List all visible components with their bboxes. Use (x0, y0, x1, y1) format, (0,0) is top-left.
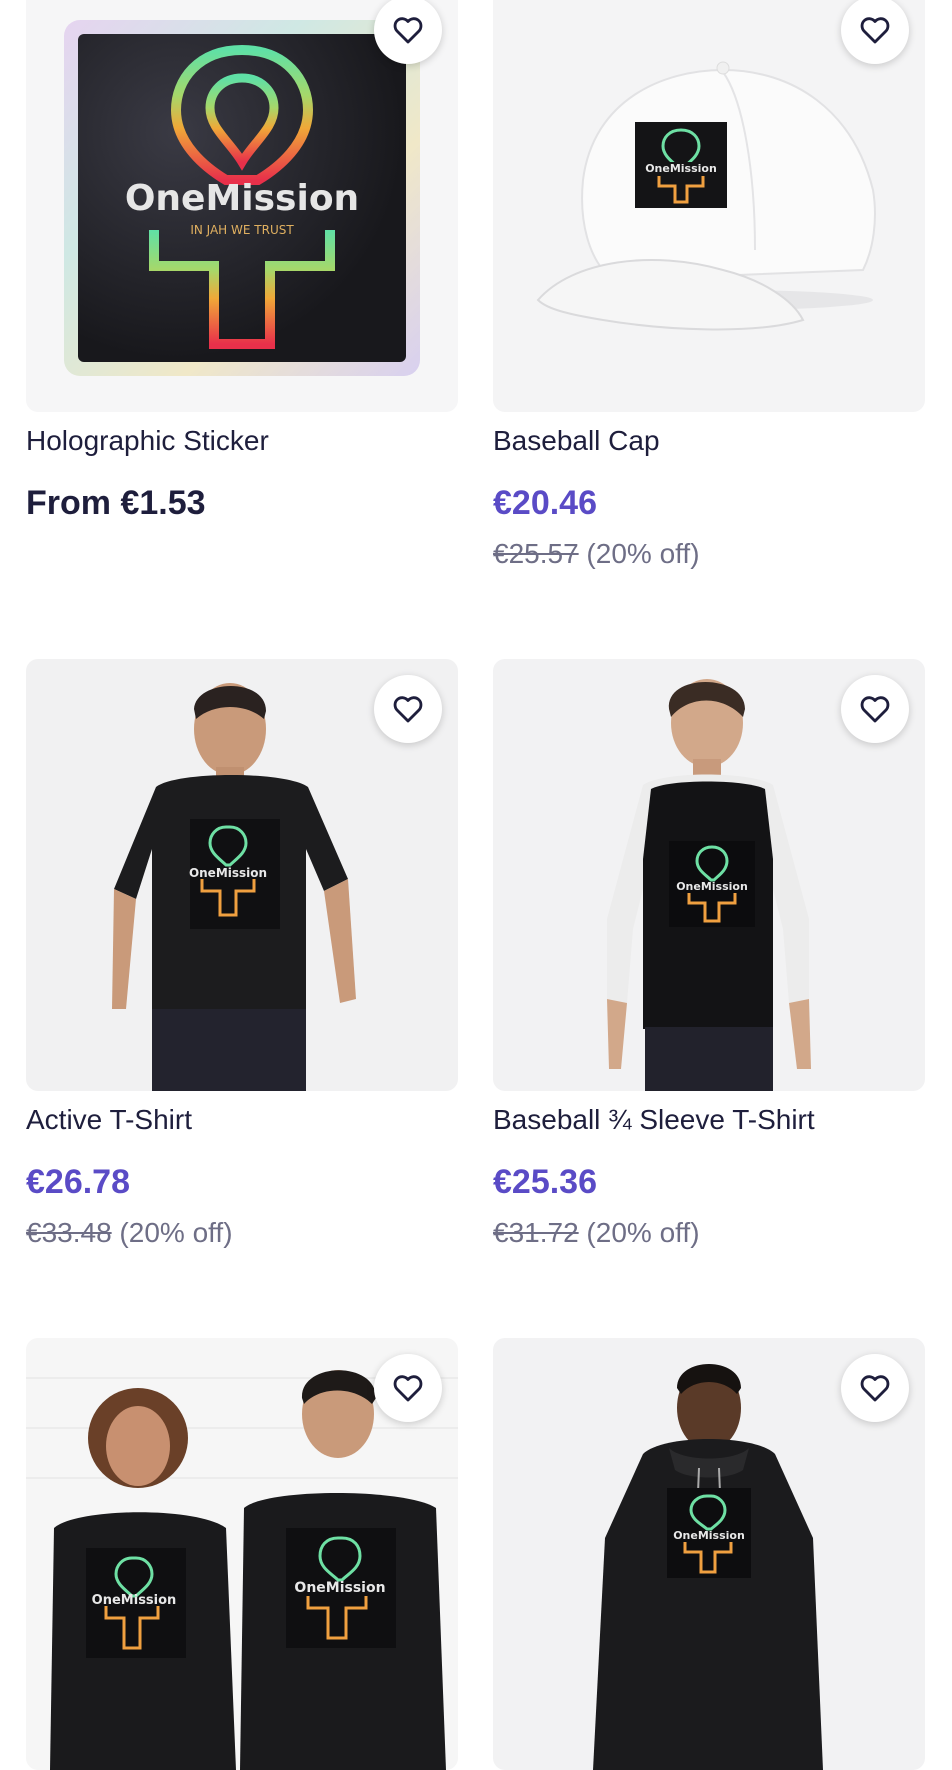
favorite-button[interactable] (374, 675, 442, 743)
baseball-cap-image[interactable]: OneMission (493, 0, 925, 412)
svg-text:OneMission: OneMission (189, 866, 267, 880)
product-title[interactable]: Baseball Cap (493, 422, 660, 460)
classic-tshirt-image[interactable]: OneMission OneMission (26, 1338, 458, 1770)
original-price: €31.72 (493, 1217, 579, 1248)
favorite-button[interactable] (841, 1354, 909, 1422)
product-price: €25.36 (493, 1163, 597, 1201)
svg-text:OneMission: OneMission (92, 1593, 177, 1608)
product-card[interactable]: OneMission (493, 1338, 925, 1770)
original-price-row: €31.72 (20% off) (493, 1215, 700, 1251)
original-price-row: €33.48 (20% off) (26, 1215, 233, 1251)
product-title[interactable]: Holographic Sticker (26, 422, 269, 460)
svg-text:OneMission: OneMission (676, 880, 748, 893)
product-price: €26.78 (26, 1163, 130, 1201)
product-card[interactable]: OneMission Active T-Shirt €26.78 €33.48 … (26, 659, 458, 1248)
active-tshirt-image[interactable]: OneMission (26, 659, 458, 1091)
product-card[interactable]: OneMission Baseball Cap €20.46 €25.57 (2… (493, 0, 925, 569)
heart-outline-icon (393, 17, 423, 44)
product-title[interactable]: Baseball ¾ Sleeve T-Shirt (493, 1101, 815, 1139)
heart-outline-icon (393, 696, 423, 723)
svg-text:OneMission: OneMission (673, 1529, 745, 1542)
favorite-button[interactable] (841, 675, 909, 743)
product-price: €20.46 (493, 484, 597, 522)
hoodie-image[interactable]: OneMission (493, 1338, 925, 1770)
original-price: €25.57 (493, 538, 579, 569)
svg-text:OneMission: OneMission (294, 1580, 385, 1596)
favorite-button[interactable] (374, 0, 442, 64)
discount-label: (20% off) (586, 538, 700, 569)
product-card[interactable]: OneMission Baseball ¾ Sleeve T-Shirt €25… (493, 659, 925, 1248)
product-price: From €1.53 (26, 484, 206, 522)
product-grid: OneMission IN JAH WE TRUST Holographic S… (0, 0, 952, 1770)
original-price-row: €25.57 (20% off) (493, 536, 700, 572)
discount-label: (20% off) (119, 1217, 233, 1248)
baseball-sleeve-tshirt-image[interactable]: OneMission (493, 659, 925, 1091)
onemission-logo: OneMission IN JAH WE TRUST (125, 44, 359, 349)
svg-text:IN JAH WE TRUST: IN JAH WE TRUST (190, 223, 294, 237)
heart-outline-icon (860, 1375, 890, 1402)
original-price: €33.48 (26, 1217, 112, 1248)
heart-outline-icon (860, 17, 890, 44)
heart-outline-icon (860, 696, 890, 723)
product-card[interactable]: OneMission OneMission (26, 1338, 458, 1770)
heart-outline-icon (393, 1375, 423, 1402)
svg-text:OneMission: OneMission (125, 178, 359, 219)
discount-label: (20% off) (586, 1217, 700, 1248)
product-title[interactable]: Active T-Shirt (26, 1101, 192, 1139)
product-card[interactable]: OneMission IN JAH WE TRUST Holographic S… (26, 0, 458, 522)
holographic-sticker-image[interactable]: OneMission IN JAH WE TRUST (26, 0, 458, 412)
cap-illustration: OneMission (536, 61, 876, 331)
favorite-button[interactable] (374, 1354, 442, 1422)
svg-text:OneMission: OneMission (645, 162, 717, 175)
